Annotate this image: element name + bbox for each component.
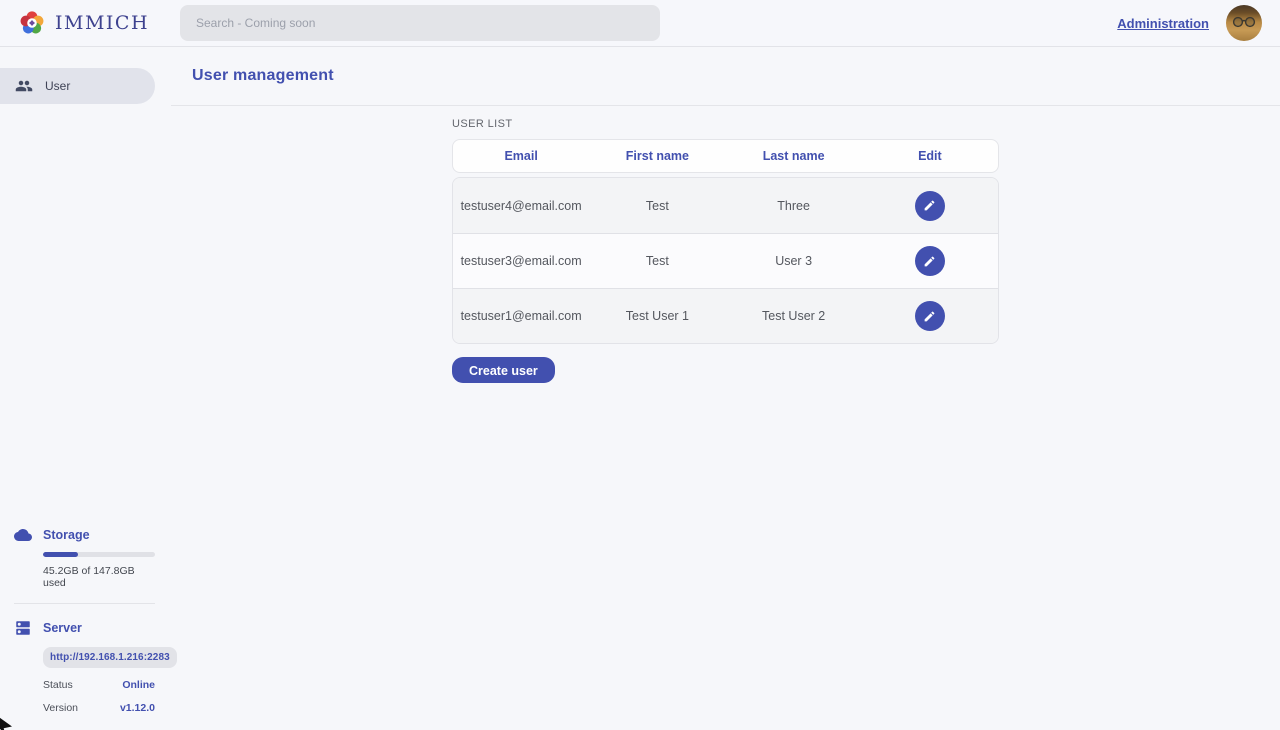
cell-first-name: Test (589, 199, 725, 213)
section-label: USER LIST (452, 118, 999, 130)
storage-section: Storage 45.2GB of 147.8GB used (14, 526, 155, 589)
version-label: Version (43, 702, 78, 714)
users-icon (15, 77, 33, 95)
edit-user-button[interactable] (915, 301, 945, 331)
table-header: Email First name Last name Edit (452, 139, 999, 173)
logo-wordmark: IMMICH (55, 12, 149, 34)
cell-email: testuser1@email.com (453, 309, 589, 323)
user-list-content: USER LIST Email First name Last name Edi… (452, 106, 999, 383)
sidebar-item-label: User (45, 79, 70, 93)
table-row: testuser3@email.com Test User 3 (453, 233, 998, 288)
title-bar: User management (171, 47, 1280, 106)
col-header-edit: Edit (862, 149, 998, 163)
storage-progress-fill (43, 552, 78, 557)
server-status-row: Status Online (43, 679, 155, 691)
cell-last-name: Three (726, 199, 862, 213)
table-row: testuser1@email.com Test User 1 Test Use… (453, 288, 998, 343)
col-header-email: Email (453, 149, 589, 163)
main-panel: User management USER LIST Email First na… (171, 47, 1280, 729)
status-label: Status (43, 679, 73, 691)
nav-right: Administration (1117, 5, 1262, 41)
server-version-row: Version v1.12.0 (43, 702, 155, 714)
immich-logo[interactable]: IMMICH (18, 9, 149, 37)
top-nav: IMMICH Administration (0, 0, 1280, 47)
cell-last-name: User 3 (726, 254, 862, 268)
server-title: Server (43, 621, 82, 635)
edit-user-button[interactable] (915, 246, 945, 276)
glasses-decoration (1230, 16, 1258, 28)
pencil-icon (923, 310, 936, 323)
pencil-icon (923, 255, 936, 268)
cell-email: testuser3@email.com (453, 254, 589, 268)
edit-user-button[interactable] (915, 191, 945, 221)
cloud-icon (14, 526, 32, 544)
create-user-button[interactable]: Create user (452, 357, 555, 383)
status-value: Online (122, 679, 155, 691)
col-header-first-name: First name (589, 149, 725, 163)
table-row: testuser4@email.com Test Three (453, 178, 998, 233)
col-header-last-name: Last name (726, 149, 862, 163)
sidebar: User Storage 45.2GB of 147.8GB used (0, 47, 171, 729)
sidebar-footer: Storage 45.2GB of 147.8GB used Server (0, 526, 171, 720)
user-table: testuser4@email.com Test Three testuser3… (452, 177, 999, 344)
cell-first-name: Test (589, 254, 725, 268)
version-value: v1.12.0 (120, 702, 155, 714)
storage-title: Storage (43, 528, 90, 542)
page-title: User management (192, 67, 334, 85)
storage-progress-bar (43, 552, 155, 557)
administration-link[interactable]: Administration (1117, 16, 1209, 31)
sidebar-item-user[interactable]: User (0, 68, 155, 104)
cell-last-name: Test User 2 (726, 309, 862, 323)
server-url-badge: http://192.168.1.216:2283 (43, 647, 177, 668)
pencil-icon (923, 199, 936, 212)
server-icon (14, 619, 32, 637)
cell-first-name: Test User 1 (589, 309, 725, 323)
immich-flower-icon (18, 9, 46, 37)
server-section: Server http://192.168.1.216:2283 Status … (14, 619, 155, 714)
storage-usage-text: 45.2GB of 147.8GB used (43, 565, 155, 589)
search-input[interactable] (180, 5, 660, 41)
user-avatar[interactable] (1226, 5, 1262, 41)
cell-email: testuser4@email.com (453, 199, 589, 213)
sidebar-divider (14, 603, 155, 604)
